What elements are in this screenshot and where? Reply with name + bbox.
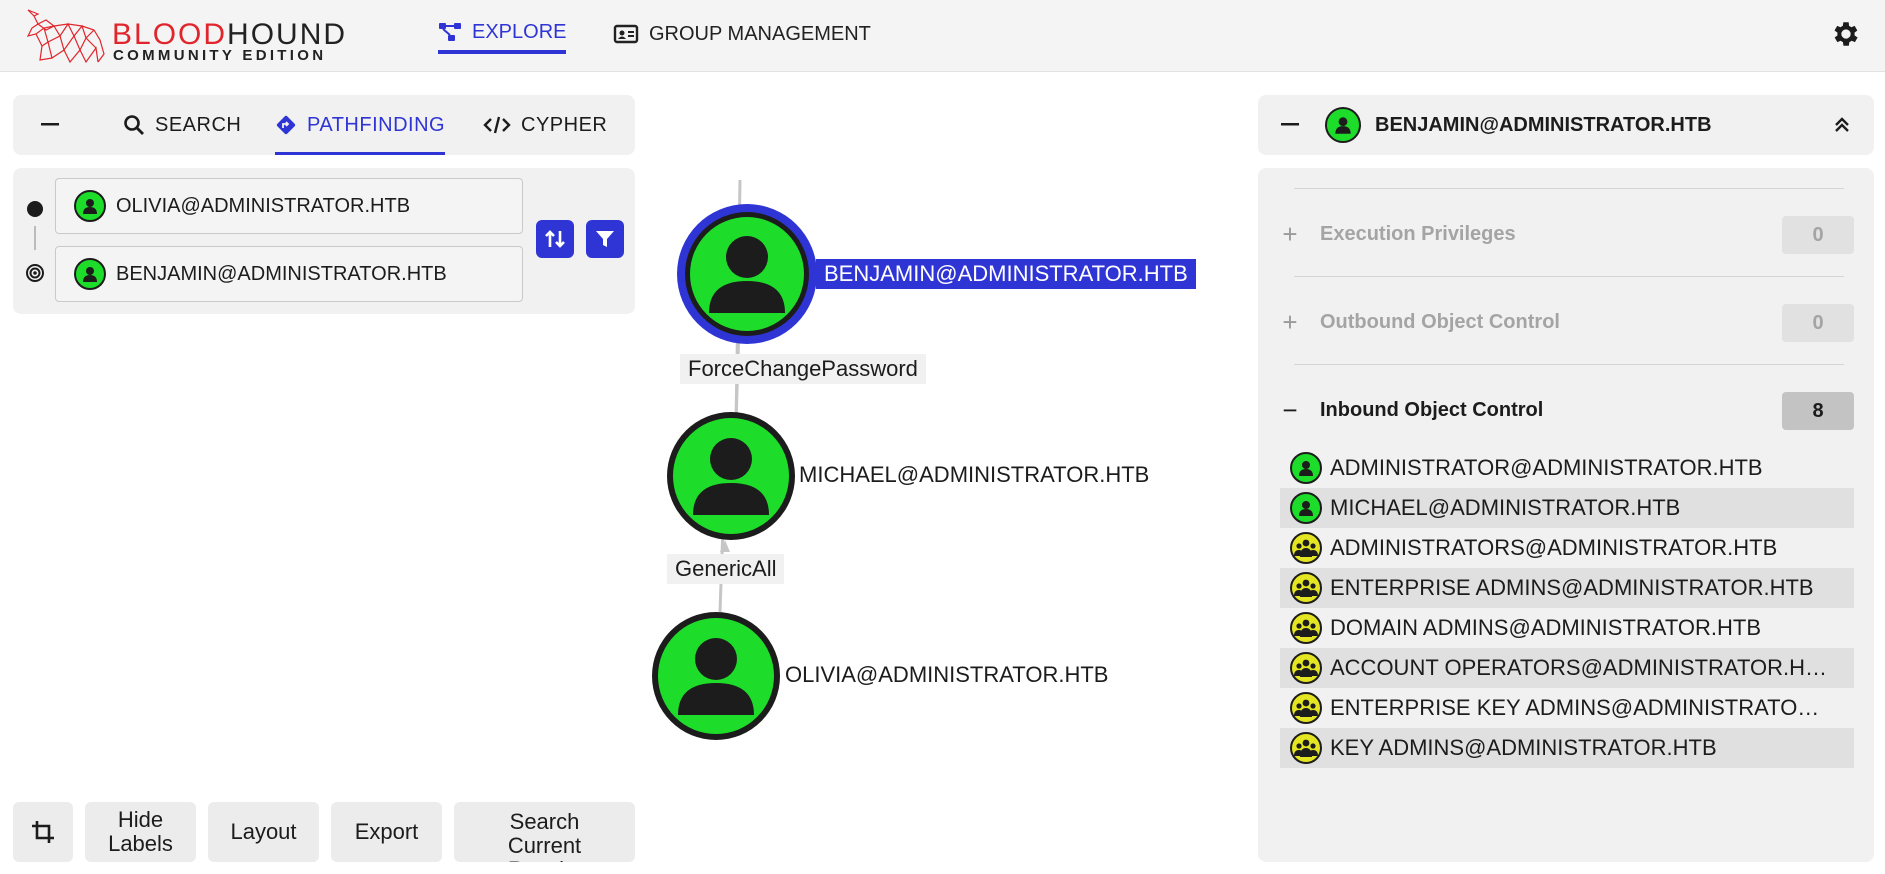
node-label-michael[interactable]: MICHAEL@ADMINISTRATOR.HTB [799, 462, 1149, 488]
minus-icon [41, 123, 59, 126]
list-item[interactable]: MICHAEL@ADMINISTRATOR.HTB [1280, 488, 1854, 528]
group-icon [1290, 612, 1322, 644]
nav-tab-group-management-label: GROUP MANAGEMENT [649, 22, 871, 45]
hide-labels-button[interactable]: Hide Labels [85, 802, 196, 862]
list-item-label: ADMINISTRATORS@ADMINISTRATOR.HTB [1330, 535, 1778, 560]
group-icon [1290, 532, 1322, 564]
bloodhound-dog-icon [26, 9, 105, 64]
section-count: 0 [1782, 304, 1854, 342]
divider [1294, 188, 1844, 189]
tab-cypher-label: CYPHER [521, 113, 608, 136]
list-item-label: ADMINISTRATOR@ADMINISTRATOR.HTB [1330, 455, 1763, 480]
group-icon [1290, 732, 1322, 764]
tab-pathfinding[interactable]: PATHFINDING [275, 95, 446, 155]
graph-canvas[interactable]: BENJAMIN@ADMINISTRATOR.HTB MICHAEL@ADMIN… [640, 180, 1240, 760]
collapse-icon: − [1282, 394, 1298, 425]
divider [1294, 364, 1844, 365]
start-node-dot-icon [27, 201, 43, 217]
section-title: Inbound Object Control [1320, 398, 1544, 421]
nav-tab-explore[interactable]: EXPLORE [438, 14, 567, 54]
start-node-input[interactable]: OLIVIA@ADMINISTRATOR.HTB [55, 178, 523, 234]
reset-view-button[interactable] [13, 802, 73, 862]
bloodhound-logo[interactable]: BLOODHOUND COMMUNITY EDITION [24, 6, 354, 66]
node-label-benjamin[interactable]: BENJAMIN@ADMINISTRATOR.HTB [816, 259, 1196, 289]
target-icon [26, 264, 44, 282]
search-icon [124, 115, 144, 135]
code-icon [483, 116, 511, 134]
list-item[interactable]: ENTERPRISE ADMINS@ADMINISTRATOR.HTB [1280, 568, 1854, 608]
user-icon [74, 190, 106, 222]
list-item[interactable]: ADMINISTRATORS@ADMINISTRATOR.HTB [1280, 528, 1854, 568]
list-item[interactable]: ACCOUNT OPERATORS@ADMINISTRATOR.H… [1280, 648, 1854, 688]
entity-panel-header: BENJAMIN@ADMINISTRATOR.HTB [1258, 95, 1874, 155]
list-item-label: KEY ADMINS@ADMINISTRATOR.HTB [1330, 735, 1717, 760]
edge-label-force-change-password[interactable]: ForceChangePassword [680, 354, 926, 384]
section-inbound-object-control[interactable]: − Inbound Object Control 8 [1278, 388, 1854, 432]
entity-panel-body: + Execution Privileges 0 + Outbound Obje… [1258, 168, 1874, 862]
user-icon [74, 258, 106, 290]
user-icon [1290, 492, 1322, 524]
section-title: Outbound Object Control [1320, 310, 1560, 333]
list-item[interactable]: DOMAIN ADMINS@ADMINISTRATOR.HTB [1280, 608, 1854, 648]
top-navigation-bar: BLOODHOUND COMMUNITY EDITION EXPLORE GRO… [0, 0, 1885, 72]
nav-tab-group-management[interactable]: GROUP MANAGEMENT [613, 14, 871, 54]
list-item-label: ACCOUNT OPERATORS@ADMINISTRATOR.H… [1330, 655, 1828, 680]
node-benjamin[interactable] [677, 204, 817, 344]
crop-icon [32, 821, 54, 843]
tab-cypher[interactable]: CYPHER [483, 95, 607, 155]
group-icon [1290, 572, 1322, 604]
list-item-label: ENTERPRISE KEY ADMINS@ADMINISTRATO… [1330, 695, 1820, 720]
start-node-value: OLIVIA@ADMINISTRATOR.HTB [116, 194, 411, 217]
edge-label-generic-all[interactable]: GenericAll [667, 554, 785, 584]
swap-nodes-button[interactable] [536, 220, 574, 258]
tab-search-label: SEARCH [155, 113, 242, 136]
filter-icon [596, 231, 614, 247]
entity-panel-title: BENJAMIN@ADMINISTRATOR.HTB [1375, 113, 1712, 136]
chevrons-up-icon[interactable] [1832, 115, 1852, 135]
tab-pathfinding-label: PATHFINDING [307, 113, 446, 136]
nav-tab-explore-label: EXPLORE [472, 20, 567, 43]
list-item-label: ENTERPRISE ADMINS@ADMINISTRATOR.HTB [1330, 575, 1814, 600]
export-button[interactable]: Export [331, 802, 442, 862]
node-label-olivia[interactable]: OLIVIA@ADMINISTRATOR.HTB [785, 662, 1108, 688]
minus-icon[interactable] [1281, 123, 1299, 127]
list-item[interactable]: ENTERPRISE KEY ADMINS@ADMINISTRATO… [1280, 688, 1854, 728]
user-icon [1290, 452, 1322, 484]
expand-icon: + [1282, 218, 1298, 249]
node-olivia[interactable] [652, 612, 780, 740]
graph-nodes-icon [439, 23, 461, 41]
section-count: 8 [1782, 392, 1854, 430]
pathfinding-panel: OLIVIA@ADMINISTRATOR.HTB BENJAMIN@ADMINI… [13, 168, 635, 314]
id-card-icon [613, 24, 639, 44]
swap-arrows-icon [545, 230, 565, 248]
user-icon [1325, 107, 1361, 143]
divider [1294, 276, 1844, 277]
end-node-value: BENJAMIN@ADMINISTRATOR.HTB [116, 262, 447, 285]
search-current-results-button[interactable]: Search Current Results [454, 802, 635, 862]
list-item[interactable]: KEY ADMINS@ADMINISTRATOR.HTB [1280, 728, 1854, 768]
node-michael[interactable] [667, 412, 795, 540]
edge-filter-button[interactable] [586, 220, 624, 258]
path-connector [34, 226, 36, 250]
tab-search[interactable]: SEARCH [123, 95, 241, 155]
list-item[interactable]: ADMINISTRATOR@ADMINISTRATOR.HTB [1280, 448, 1854, 488]
logo-subtitle: COMMUNITY EDITION [113, 47, 327, 64]
layout-button[interactable]: Layout [208, 802, 319, 862]
section-execution-privileges[interactable]: + Execution Privileges 0 [1278, 212, 1854, 256]
expand-icon: + [1282, 306, 1298, 337]
section-count: 0 [1782, 216, 1854, 254]
gear-icon[interactable] [1830, 18, 1862, 50]
section-title: Execution Privileges [1320, 222, 1516, 245]
group-icon [1290, 692, 1322, 724]
logo-title: BLOODHOUND [112, 18, 348, 51]
list-item-label: MICHAEL@ADMINISTRATOR.HTB [1330, 495, 1681, 520]
collapse-panel-button[interactable] [35, 95, 65, 155]
group-icon [1290, 652, 1322, 684]
section-outbound-object-control[interactable]: + Outbound Object Control 0 [1278, 300, 1854, 344]
list-item-label: DOMAIN ADMINS@ADMINISTRATOR.HTB [1330, 615, 1761, 640]
route-diamond-icon [276, 115, 296, 135]
search-mode-tabs: SEARCH PATHFINDING CYPHER [13, 95, 635, 155]
end-node-input[interactable]: BENJAMIN@ADMINISTRATOR.HTB [55, 246, 523, 302]
